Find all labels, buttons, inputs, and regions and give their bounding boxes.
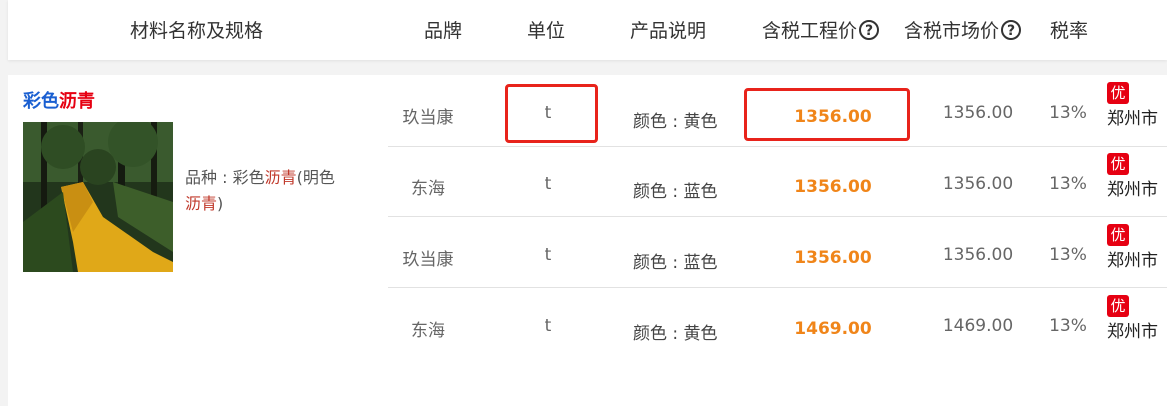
preferred-badge: 优 — [1107, 153, 1129, 175]
brand-cell: 东海 — [411, 179, 445, 199]
description-cell: 颜色 : 黄色 — [633, 324, 718, 344]
description-cell: 颜色 : 蓝色 — [633, 182, 718, 202]
help-icon[interactable]: ? — [859, 19, 880, 40]
preferred-badge: 优 — [1107, 295, 1129, 317]
city-cell[interactable]: 郑州市 — [1107, 175, 1158, 200]
table-header: 材料名称及规格 品牌 单位 产品说明 含税工程价? 含税市场价? 税率 — [8, 0, 1167, 60]
brand-cell: 东海 — [411, 321, 445, 341]
city-cell[interactable]: 郑州市 — [1107, 317, 1158, 342]
header-engineering-price-label: 含税工程价 — [762, 20, 858, 42]
header-material-name: 材料名称及规格 — [130, 20, 264, 42]
material-title[interactable]: 彩色沥青 — [23, 87, 95, 113]
engineering-price-cell: 1356.00 — [794, 177, 872, 197]
header-tax-rate: 税率 — [1050, 20, 1089, 42]
tax-rate-cell: 13% — [1049, 245, 1087, 265]
material-thumbnail[interactable] — [23, 122, 173, 272]
price-highlight-box — [744, 88, 910, 141]
header-market-price-label: 含税市场价 — [904, 20, 1000, 42]
spec-mid: (明色 — [296, 168, 335, 187]
header-market-price: 含税市场价? — [904, 0, 1022, 60]
unit-cell: t — [544, 245, 552, 265]
tax-rate-cell: 13% — [1049, 316, 1087, 336]
spec-label: 品种 : 彩色 — [185, 168, 265, 187]
market-price-cell: 1469.00 — [942, 316, 1014, 336]
description-cell: 颜色 : 黄色 — [633, 112, 718, 132]
spec-highlight: 沥青 — [185, 194, 218, 213]
table-row[interactable]: 玖当康 t 颜色 : 蓝色 1356.00 1356.00 13% 优 郑州市 — [388, 216, 1167, 286]
engineering-price-cell: 1356.00 — [794, 248, 872, 268]
city-cell[interactable]: 郑州市 — [1107, 104, 1158, 129]
header-description: 产品说明 — [630, 20, 707, 42]
brand-cell: 玖当康 — [402, 250, 454, 270]
spec-highlight: 沥青 — [264, 168, 297, 187]
unit-cell: t — [544, 316, 552, 336]
engineering-price-cell: 1469.00 — [794, 319, 872, 339]
market-price-cell: 1356.00 — [942, 174, 1014, 194]
city-cell[interactable]: 郑州市 — [1107, 246, 1158, 271]
unit-cell: t — [544, 174, 552, 194]
header-unit: 单位 — [527, 20, 566, 42]
material-spec: 品种 : 彩色沥青(明色 沥青) — [185, 165, 365, 217]
market-price-cell: 1356.00 — [942, 245, 1014, 265]
material-title-part2: 沥青 — [59, 91, 95, 112]
material-title-part1: 彩色 — [23, 91, 59, 112]
description-cell: 颜色 : 蓝色 — [633, 253, 718, 273]
road-photo-image — [23, 122, 173, 272]
table-row[interactable]: 东海 t 颜色 : 黄色 1469.00 1469.00 13% 优 郑州市 — [388, 287, 1167, 357]
preferred-badge: 优 — [1107, 224, 1129, 246]
preferred-badge: 优 — [1107, 82, 1129, 104]
spec-end: ) — [217, 194, 224, 213]
table-row[interactable]: 东海 t 颜色 : 蓝色 1356.00 1356.00 13% 优 郑州市 — [388, 146, 1167, 216]
header-engineering-price: 含税工程价? — [762, 0, 880, 60]
header-brand: 品牌 — [424, 20, 463, 42]
tax-rate-cell: 13% — [1049, 174, 1087, 194]
tax-rate-cell: 13% — [1049, 103, 1087, 123]
market-price-cell: 1356.00 — [942, 103, 1014, 123]
unit-highlight-box — [505, 84, 598, 143]
help-icon[interactable]: ? — [1001, 19, 1022, 40]
brand-cell: 玖当康 — [402, 108, 454, 128]
